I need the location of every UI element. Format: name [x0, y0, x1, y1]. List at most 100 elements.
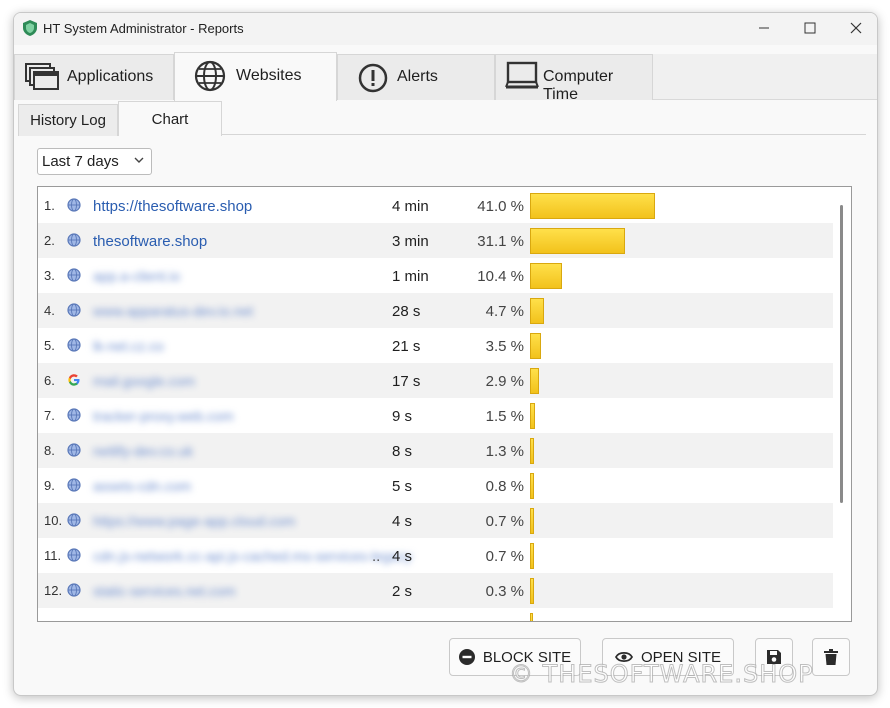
- row-percent: 0.8 %: [485, 478, 524, 495]
- sub-tab-bar: History Log Chart: [18, 101, 866, 136]
- globe-icon: [67, 583, 81, 597]
- trash-icon: [824, 649, 838, 665]
- minimize-button[interactable]: [741, 13, 787, 43]
- row-percent: 1.5 %: [485, 408, 524, 425]
- globe-icon: [67, 408, 81, 422]
- list-item[interactable]: 8. netlify-dev.co.uk 8 s 1.3 %: [38, 433, 833, 468]
- applications-icon: [25, 63, 59, 90]
- row-duration: 5 s: [392, 478, 413, 495]
- row-number: 8.: [44, 443, 55, 458]
- row-percent: 2.9 %: [485, 373, 524, 390]
- tab-alerts-label: Alerts: [397, 68, 438, 85]
- row-duration: 2 s: [392, 583, 413, 600]
- row-duration: 4 min: [392, 198, 429, 215]
- row-percent: 10.4 %: [477, 268, 524, 285]
- usage-bar: [530, 543, 534, 569]
- row-percent: 1.3 %: [485, 443, 524, 460]
- minimize-icon: [759, 27, 769, 29]
- tab-applications[interactable]: Applications: [14, 54, 174, 100]
- row-number: 2.: [44, 233, 55, 248]
- globe-icon: [67, 303, 81, 317]
- site-url[interactable]: https://thesoftware.shop: [93, 198, 252, 215]
- row-percent: 0.3 %: [485, 583, 524, 600]
- site-url[interactable]: static-services.net.com: [93, 583, 235, 599]
- scrollbar[interactable]: [840, 205, 843, 503]
- close-button[interactable]: [833, 13, 877, 43]
- list-item[interactable]: 11. cdn.js-network.cc-api.js-cached.ms-se…: [38, 538, 833, 573]
- list-item[interactable]: 1. https://thesoftware.shop 4 min 41.0 %: [38, 188, 833, 223]
- row-duration: 28 s: [392, 303, 421, 320]
- site-url[interactable]: assets-cdn.com: [93, 478, 191, 494]
- list-item[interactable]: 10. https://www.page-app.cloud.com 4 s 0.7 …: [38, 503, 833, 538]
- tab-websites[interactable]: Websites: [174, 52, 337, 101]
- site-url[interactable]: cdn.js-network.cc-api.js-cached.ms-servi…: [93, 548, 412, 564]
- delete-button[interactable]: [812, 638, 850, 676]
- google-icon: [68, 374, 80, 386]
- tab-history-log[interactable]: History Log: [18, 104, 118, 136]
- usage-bar: [530, 473, 534, 499]
- row-number: 7.: [44, 408, 55, 423]
- list-item[interactable]: 9. assets-cdn.com 5 s 0.8 %: [38, 468, 833, 503]
- list-item[interactable]: 2. thesoftware.shop 3 min 31.1 %: [38, 223, 833, 258]
- row-number: 4.: [44, 303, 55, 318]
- row-percent: 41.0 %: [477, 198, 524, 215]
- row-duration: 8 s: [392, 443, 413, 460]
- globe-icon: [67, 513, 81, 527]
- site-url[interactable]: tracker-proxy.web.com: [93, 408, 234, 424]
- site-url[interactable]: www.apparatus-dev.io.net: [93, 303, 253, 319]
- website-usage-list[interactable]: 1. https://thesoftware.shop 4 min 41.0 % 2. t…: [37, 186, 852, 622]
- usage-bar: [530, 228, 625, 254]
- title-bar: HT System Administrator - Reports: [14, 13, 877, 45]
- chevron-down-icon: [134, 157, 144, 163]
- maximize-button[interactable]: [787, 13, 833, 43]
- list-item[interactable]: [38, 608, 833, 621]
- list-item[interactable]: 6. mail.google.com 17 s 2.9 %: [38, 363, 833, 398]
- usage-bar: [530, 298, 544, 324]
- row-number: 10.: [44, 513, 63, 528]
- tab-applications-label: Applications: [67, 68, 154, 85]
- site-url[interactable]: thesoftware.shop: [93, 233, 207, 250]
- globe-icon: [67, 548, 81, 562]
- globe-icon: [67, 268, 81, 282]
- row-duration: 17 s: [392, 373, 421, 390]
- watermark: © THESOFTWARE.SHOP: [509, 660, 814, 689]
- list-item[interactable]: 3. app.a-client.io 1 min 10.4 %: [38, 258, 833, 293]
- alert-icon: [358, 63, 388, 93]
- row-number: 11.: [44, 548, 62, 563]
- tab-computer-time-label: Computer Time: [543, 68, 614, 103]
- usage-bar: [530, 578, 534, 604]
- tab-alerts[interactable]: Alerts: [337, 54, 495, 100]
- time-range-select[interactable]: Last 7 days: [37, 148, 152, 175]
- usage-bar: [530, 333, 541, 359]
- row-percent: 31.1 %: [477, 233, 524, 250]
- tab-chart[interactable]: Chart: [118, 101, 222, 136]
- row-duration: 9 s: [392, 408, 413, 425]
- main-tab-bar: Applications Websites Alerts Computer Ti…: [14, 52, 877, 103]
- tab-computer-time[interactable]: Computer Time: [495, 54, 653, 103]
- time-range-value: Last 7 days: [42, 153, 119, 170]
- usage-bar: [530, 613, 533, 621]
- usage-bar: [530, 403, 535, 429]
- row-percent: 0.7 %: [485, 548, 524, 565]
- list-item[interactable]: 12. static-services.net.com 2 s 0.3 %: [38, 573, 833, 608]
- site-url[interactable]: https://www.page-app.cloud.com: [93, 513, 295, 529]
- globe-icon: [67, 443, 81, 457]
- list-item[interactable]: 5. lk-net.cz.co 21 s 3.5 %: [38, 328, 833, 363]
- row-percent: 0.7 %: [485, 513, 524, 530]
- row-number: 3.: [44, 268, 55, 283]
- site-url[interactable]: app.a-client.io: [93, 268, 180, 284]
- site-url[interactable]: mail.google.com: [93, 373, 195, 389]
- tab-websites-label: Websites: [236, 67, 302, 84]
- site-url[interactable]: lk-net.cz.co: [93, 338, 164, 354]
- usage-bar: [530, 193, 655, 219]
- globe-icon: [194, 60, 226, 92]
- list-item[interactable]: 7. tracker-proxy.web.com 9 s 1.5 %: [38, 398, 833, 433]
- row-duration: 21 s: [392, 338, 421, 355]
- usage-bar: [530, 368, 539, 394]
- globe-icon: [67, 338, 81, 352]
- globe-icon: [67, 478, 81, 492]
- usage-bar: [530, 438, 534, 464]
- row-percent: 4.7 %: [485, 303, 524, 320]
- list-item[interactable]: 4. www.apparatus-dev.io.net 28 s 4.7 %: [38, 293, 833, 328]
- site-url[interactable]: netlify-dev.co.uk: [93, 443, 193, 459]
